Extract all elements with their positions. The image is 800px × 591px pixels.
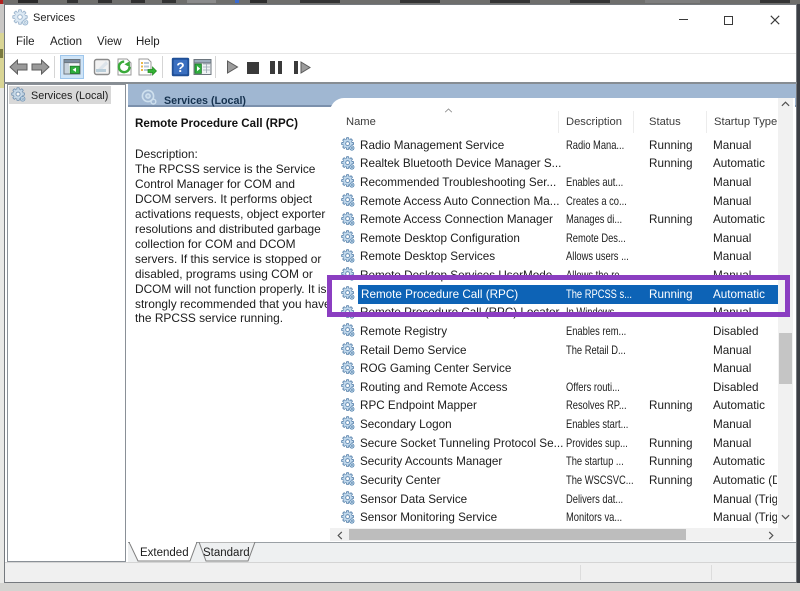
- svg-text:?: ?: [176, 60, 184, 75]
